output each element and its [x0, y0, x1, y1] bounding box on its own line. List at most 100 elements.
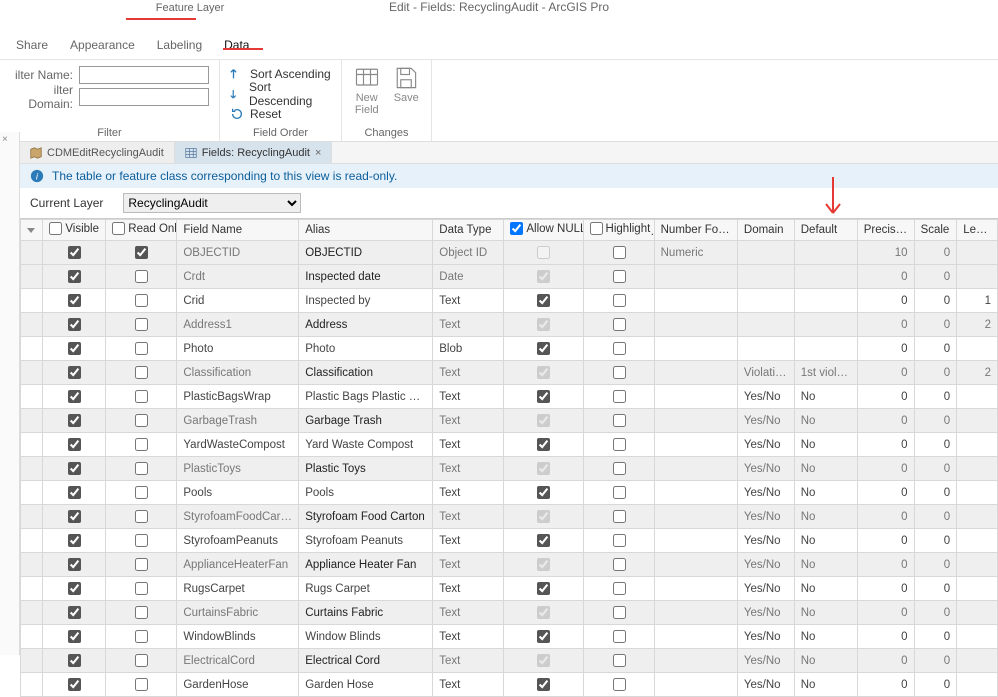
table-row[interactable]: GarbageTrashGarbage TrashTextYes/NoNo00 — [21, 409, 998, 433]
cell-numberformat[interactable] — [654, 601, 737, 625]
row-selector[interactable] — [21, 553, 43, 577]
cell-highlight[interactable] — [583, 337, 654, 361]
current-layer-select[interactable]: RecyclingAudit — [123, 193, 301, 213]
readonly-checkbox[interactable] — [135, 510, 148, 523]
highlight-checkbox[interactable] — [613, 606, 626, 619]
cell-highlight[interactable] — [583, 289, 654, 313]
cell-fieldname[interactable]: OBJECTID — [177, 241, 299, 265]
table-row[interactable]: StyrofoamPeanutsStyrofoam PeanutsTextYes… — [21, 529, 998, 553]
cell-fieldname[interactable]: Pools — [177, 481, 299, 505]
cell-allownull[interactable] — [504, 337, 583, 361]
cell-highlight[interactable] — [583, 265, 654, 289]
cell-fieldname[interactable]: PlasticBagsWrap — [177, 385, 299, 409]
cell-default[interactable]: 1st violation — [794, 361, 857, 385]
cell-domain[interactable]: Yes/No — [737, 457, 794, 481]
highlight-checkbox[interactable] — [613, 414, 626, 427]
cell-scale[interactable]: 0 — [914, 601, 957, 625]
cell-allownull[interactable] — [504, 409, 583, 433]
col-default[interactable]: Default — [794, 220, 857, 241]
visible-checkbox[interactable] — [68, 558, 81, 571]
cell-allownull[interactable] — [504, 649, 583, 673]
cell-highlight[interactable] — [583, 673, 654, 697]
cell-default[interactable]: No — [794, 673, 857, 697]
row-selector[interactable] — [21, 625, 43, 649]
cell-domain[interactable]: Yes/No — [737, 481, 794, 505]
cell-alias[interactable]: Window Blinds — [299, 625, 433, 649]
cell-length[interactable] — [957, 385, 998, 409]
cell-highlight[interactable] — [583, 577, 654, 601]
cell-fieldname[interactable]: Address1 — [177, 313, 299, 337]
cell-datatype[interactable]: Date — [433, 265, 504, 289]
cell-scale[interactable]: 0 — [914, 505, 957, 529]
cell-alias[interactable]: OBJECTID — [299, 241, 433, 265]
readonly-checkbox[interactable] — [135, 294, 148, 307]
cell-numberformat[interactable] — [654, 649, 737, 673]
cell-length[interactable] — [957, 601, 998, 625]
filter-name-input[interactable] — [79, 66, 209, 84]
cell-alias[interactable]: Photo — [299, 337, 433, 361]
readonly-checkbox[interactable] — [135, 390, 148, 403]
cell-precision[interactable]: 0 — [857, 289, 914, 313]
row-selector[interactable] — [21, 457, 43, 481]
visible-checkbox[interactable] — [68, 534, 81, 547]
cell-highlight[interactable] — [583, 553, 654, 577]
cell-default[interactable]: No — [794, 433, 857, 457]
cell-domain[interactable]: Yes/No — [737, 625, 794, 649]
cell-domain[interactable] — [737, 337, 794, 361]
readonly-checkbox[interactable] — [135, 366, 148, 379]
cell-numberformat[interactable] — [654, 313, 737, 337]
cell-visible[interactable] — [43, 577, 106, 601]
visible-checkbox[interactable] — [68, 390, 81, 403]
cell-datatype[interactable]: Text — [433, 409, 504, 433]
cell-numberformat[interactable] — [654, 577, 737, 601]
cell-default[interactable] — [794, 265, 857, 289]
cell-length[interactable]: 1 — [957, 289, 998, 313]
col-fieldname[interactable]: Field Name — [177, 220, 299, 241]
cell-alias[interactable]: Classification — [299, 361, 433, 385]
cell-allownull[interactable] — [504, 313, 583, 337]
cell-scale[interactable]: 0 — [914, 649, 957, 673]
cell-numberformat[interactable] — [654, 457, 737, 481]
cell-readonly[interactable] — [106, 529, 177, 553]
col-domain[interactable]: Domain — [737, 220, 794, 241]
cell-highlight[interactable] — [583, 625, 654, 649]
cell-allownull[interactable] — [504, 553, 583, 577]
cell-alias[interactable]: Electrical Cord — [299, 649, 433, 673]
cell-precision[interactable]: 0 — [857, 313, 914, 337]
visible-checkbox[interactable] — [68, 438, 81, 451]
visible-checkbox[interactable] — [68, 342, 81, 355]
cell-length[interactable] — [957, 529, 998, 553]
readonly-checkbox[interactable] — [135, 270, 148, 283]
cell-visible[interactable] — [43, 601, 106, 625]
cell-visible[interactable] — [43, 433, 106, 457]
visible-checkbox[interactable] — [68, 246, 81, 259]
cell-length[interactable]: 2 — [957, 313, 998, 337]
readonly-checkbox[interactable] — [135, 342, 148, 355]
visible-checkbox[interactable] — [68, 606, 81, 619]
cell-highlight[interactable] — [583, 361, 654, 385]
cell-datatype[interactable]: Text — [433, 673, 504, 697]
cell-fieldname[interactable]: StyrofoamPeanuts — [177, 529, 299, 553]
cell-scale[interactable]: 0 — [914, 241, 957, 265]
cell-alias[interactable]: Yard Waste Compost — [299, 433, 433, 457]
cell-scale[interactable]: 0 — [914, 385, 957, 409]
cell-allownull[interactable] — [504, 529, 583, 553]
col-length[interactable]: Length — [957, 220, 998, 241]
col-datatype[interactable]: Data Type — [433, 220, 504, 241]
cell-precision[interactable]: 0 — [857, 529, 914, 553]
cell-numberformat[interactable] — [654, 433, 737, 457]
row-selector[interactable] — [21, 433, 43, 457]
cell-length[interactable] — [957, 673, 998, 697]
filter-domain-input[interactable] — [79, 88, 209, 106]
highlight-checkbox[interactable] — [613, 342, 626, 355]
cell-default[interactable] — [794, 337, 857, 361]
cell-length[interactable]: 2 — [957, 361, 998, 385]
cell-domain[interactable]: Yes/No — [737, 553, 794, 577]
cell-visible[interactable] — [43, 409, 106, 433]
highlight-checkbox[interactable] — [613, 270, 626, 283]
highlight-checkbox[interactable] — [613, 678, 626, 691]
readonly-checkbox[interactable] — [135, 414, 148, 427]
cell-fieldname[interactable]: StyrofoamFoodCarton — [177, 505, 299, 529]
readonly-checkbox[interactable] — [135, 606, 148, 619]
cell-alias[interactable]: Garbage Trash — [299, 409, 433, 433]
